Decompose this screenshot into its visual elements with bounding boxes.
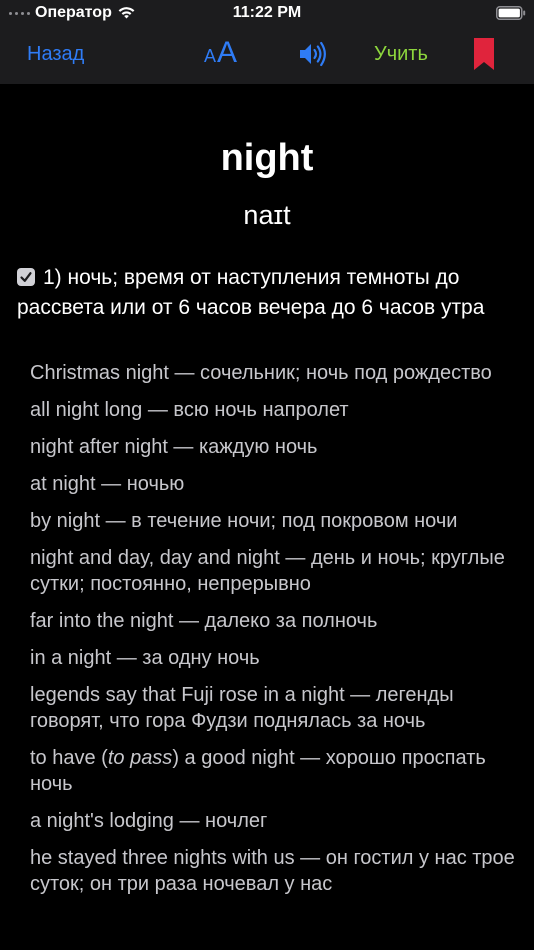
example-item: night after night — каждую ночь [30, 436, 318, 458]
examples-list: Christmas night — сочельник; ночь под ро… [30, 360, 520, 908]
battery-icon [496, 6, 526, 20]
example-item: a night's lodging — ночлег [30, 810, 268, 832]
sense-text: 1) ночь; время от наступления темноты до… [17, 266, 485, 319]
example-item: to have (to pass) a good night — хорошо … [30, 745, 520, 797]
font-size-large-glyph: A [217, 36, 238, 69]
sense-definition: 1) ночь; время от наступления темноты до… [17, 263, 522, 323]
navigation-bar: Назад A A Учить [0, 28, 534, 84]
example-item: Christmas night — сочельник; ночь под ро… [30, 362, 492, 384]
font-size-button[interactable]: A A [204, 36, 237, 70]
example-item: by night — в течение ночи; под покровом … [30, 510, 458, 532]
example-item: night and day, day and night — день и но… [30, 547, 505, 595]
status-time: 11:22 PM [232, 4, 302, 21]
top-bar: Оператор 11:22 PM Назад A A Учить [0, 0, 534, 84]
example-item: he stayed three nights with us — он гост… [30, 847, 515, 895]
learn-button[interactable]: Учить [374, 43, 428, 66]
status-bar: Оператор 11:22 PM [0, 0, 534, 28]
headword: night [220, 137, 314, 179]
back-button[interactable]: Назад [27, 43, 84, 66]
example-item: legends say that Fuji rose in a night — … [30, 684, 454, 732]
speaker-icon[interactable] [298, 41, 328, 67]
example-prefix: to have ( [30, 747, 108, 769]
example-item: far into the night — далеко за полночь [30, 610, 378, 632]
transcription: naɪt [243, 200, 291, 230]
example-item: all night long — всю ночь напролет [30, 399, 349, 421]
example-item: in a night — за одну ночь [30, 647, 260, 669]
checkbox-icon[interactable] [17, 268, 35, 286]
font-size-small-glyph: A [204, 46, 217, 66]
example-item: at night — ночью [30, 473, 185, 495]
example-italic-variant: to pass [107, 747, 173, 769]
bookmark-icon[interactable] [474, 38, 494, 70]
